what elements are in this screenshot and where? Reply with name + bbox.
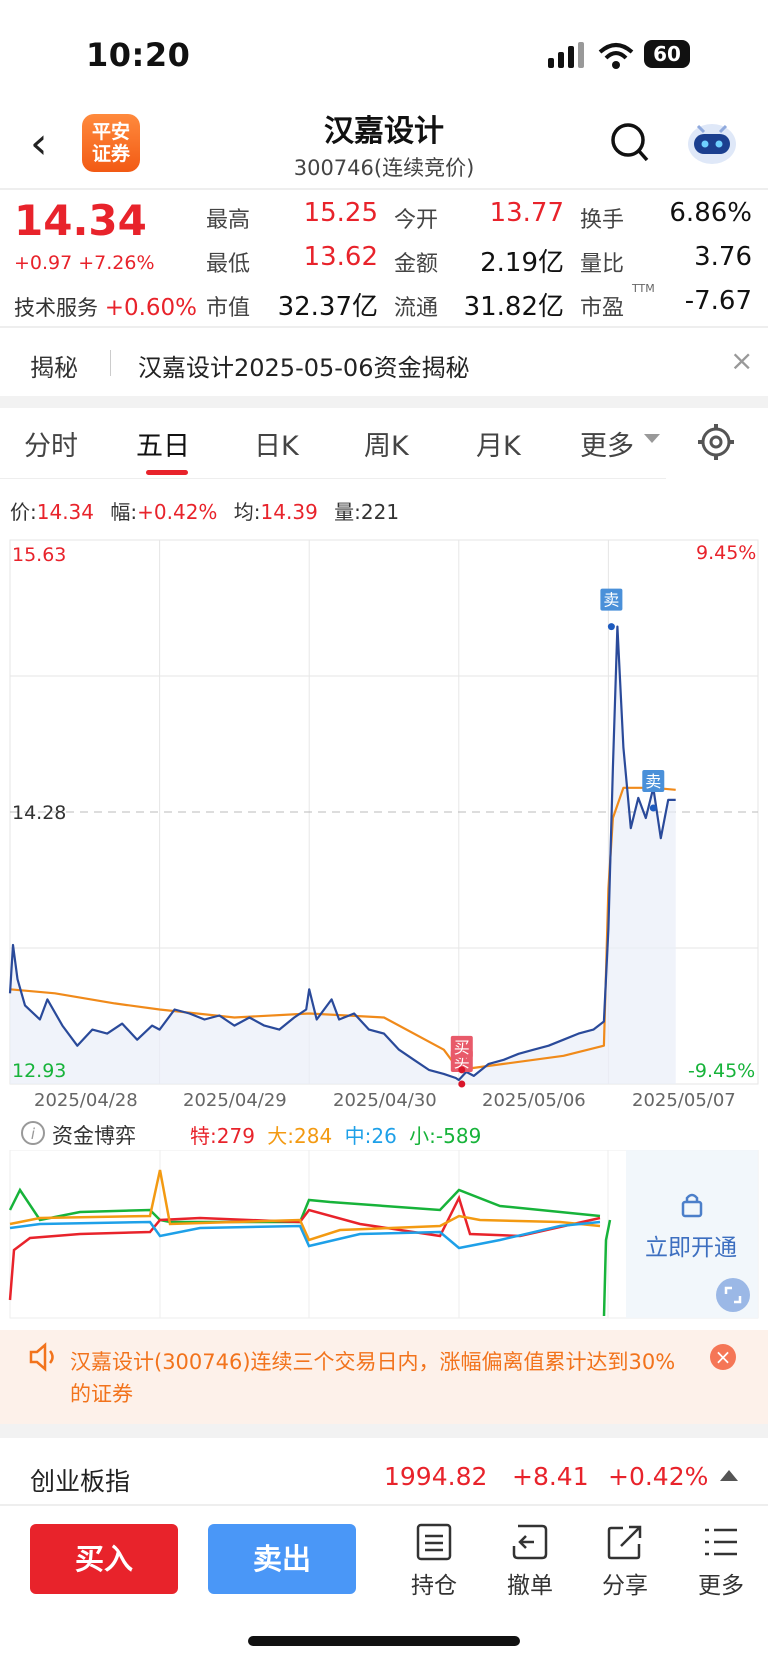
tool-share[interactable]: 分享 <box>590 1522 660 1600</box>
index-name[interactable]: 创业板指 <box>30 1462 130 1498</box>
quote-value: 3.76 <box>694 242 752 272</box>
doc-icon <box>416 1523 452 1561</box>
money-flow-values: 特:279 大:284 中:26 小:-589 <box>190 1124 482 1148</box>
svg-text:i: i <box>31 1125 36 1143</box>
quote-label: 最低 <box>206 252 251 277</box>
index-percent: +0.42% <box>608 1462 709 1491</box>
section-gap <box>0 1424 768 1438</box>
tab-fenshi[interactable]: 分时 <box>24 424 78 463</box>
industry-change: +0.60% <box>104 295 198 321</box>
index-value: 1994.82 <box>384 1462 488 1491</box>
y-mid-label: 14.28 <box>12 802 67 824</box>
quote-value: 13.77 <box>489 198 564 228</box>
tool-holdings[interactable]: 持仓 <box>399 1522 469 1600</box>
info-icon[interactable]: i <box>20 1120 46 1146</box>
tab-month-k[interactable]: 月K <box>476 424 521 463</box>
stock-code: 300746(连续竞价) <box>293 156 475 180</box>
search-icon[interactable] <box>610 120 652 166</box>
share-icon <box>607 1525 642 1560</box>
date-label: 2025/04/28 <box>34 1090 138 1111</box>
quote-label: 市值 <box>206 296 251 321</box>
menu-icon <box>705 1528 737 1556</box>
home-indicator <box>248 1636 520 1646</box>
date-label: 2025/05/06 <box>482 1090 586 1111</box>
pct-bottom-label: -9.45% <box>688 1060 756 1082</box>
battery-icon: 60 <box>644 40 690 68</box>
more-arrow-icon <box>644 434 660 443</box>
marker-label: 买 <box>454 1038 470 1057</box>
expand-up-icon[interactable] <box>720 1470 738 1481</box>
buy-marker-dot <box>458 1066 466 1074</box>
robot-assistant-icon[interactable] <box>684 118 740 168</box>
quote-label: 金额 <box>394 252 439 277</box>
sell-button[interactable]: 卖出 <box>208 1524 356 1594</box>
close-alert-icon[interactable]: × <box>710 1344 736 1370</box>
buy-marker-dot <box>458 1080 466 1088</box>
undo-icon <box>512 1524 548 1560</box>
money-flow-title: 资金博弈 <box>52 1124 136 1148</box>
price-change: +0.97 +7.26% <box>14 252 155 274</box>
sell-marker-dot <box>607 623 615 631</box>
close-news-icon[interactable]: × <box>730 344 753 377</box>
quote-label: 今开 <box>394 208 439 233</box>
five-day-price-chart[interactable]: 卖卖买买 <box>0 536 768 1126</box>
industry-row[interactable]: 技术服务 +0.60% <box>14 292 197 322</box>
divider <box>0 478 666 479</box>
date-label: 2025/05/07 <box>632 1090 736 1111</box>
tab-day-k[interactable]: 日K <box>254 424 299 463</box>
expand-icon[interactable] <box>716 1278 750 1312</box>
quote-value: 6.86% <box>669 198 752 228</box>
tab-more[interactable]: 更多 <box>580 424 634 463</box>
quote-label: 流通 <box>394 296 439 321</box>
y-bottom-label: 12.93 <box>12 1060 67 1082</box>
date-label: 2025/04/30 <box>333 1090 437 1111</box>
news-tag: 揭秘 <box>30 354 78 382</box>
lock-icon <box>681 1193 703 1218</box>
index-change: +8.41 <box>512 1462 589 1491</box>
quote-value: 32.37亿 <box>277 292 378 322</box>
tool-more[interactable]: 更多 <box>686 1522 756 1600</box>
pct-top-label: 9.45% <box>696 542 757 564</box>
marker-label: 卖 <box>603 591 619 610</box>
price-line <box>8 625 676 1082</box>
active-tab-indicator <box>146 470 188 475</box>
unlock-button[interactable]: 立即开通 <box>645 1228 737 1262</box>
divider <box>0 1504 768 1506</box>
tab-five-day[interactable]: 五日 <box>136 424 190 463</box>
current-price: 14.34 <box>14 196 147 245</box>
ttm-label: TTM <box>632 282 655 295</box>
news-separator <box>110 350 111 376</box>
news-link[interactable]: 汉嘉设计2025-05-06资金揭秘 <box>138 348 469 383</box>
speaker-icon <box>29 1342 54 1372</box>
quote-label: 市盈 <box>580 296 625 321</box>
quote-label: 换手 <box>580 208 625 233</box>
tool-cancel-order[interactable]: 撤单 <box>495 1522 565 1600</box>
quote-value: 13.62 <box>303 242 378 272</box>
quote-value: -7.67 <box>684 286 752 316</box>
cell-signal-icon <box>548 42 584 68</box>
alert-text: 汉嘉设计(300746)连续三个交易日内，涨幅偏离值累计达到30%的证券 <box>70 1350 676 1406</box>
status-time: 10:20 <box>86 36 191 74</box>
chart-legend: 价:14.34 幅:+0.42% 均:14.39 量:221 <box>10 500 400 524</box>
quote-label: 量比 <box>580 252 625 277</box>
y-top-label: 15.63 <box>12 544 67 566</box>
divider <box>0 326 768 328</box>
buy-button[interactable]: 买入 <box>30 1524 178 1594</box>
stock-name: 汉嘉设计 <box>324 114 444 149</box>
marker-label: 卖 <box>645 772 661 791</box>
settings-gear-icon[interactable] <box>696 422 736 462</box>
date-label: 2025/04/29 <box>183 1090 287 1111</box>
sell-marker-dot <box>649 804 657 812</box>
quote-value: 15.25 <box>303 198 378 228</box>
quote-value: 31.82亿 <box>463 292 564 322</box>
divider <box>0 188 768 190</box>
quote-label: 最高 <box>206 208 251 233</box>
section-gap <box>0 396 768 408</box>
tab-week-k[interactable]: 周K <box>364 424 409 463</box>
wifi-icon <box>598 43 634 69</box>
quote-value: 2.19亿 <box>480 248 564 278</box>
